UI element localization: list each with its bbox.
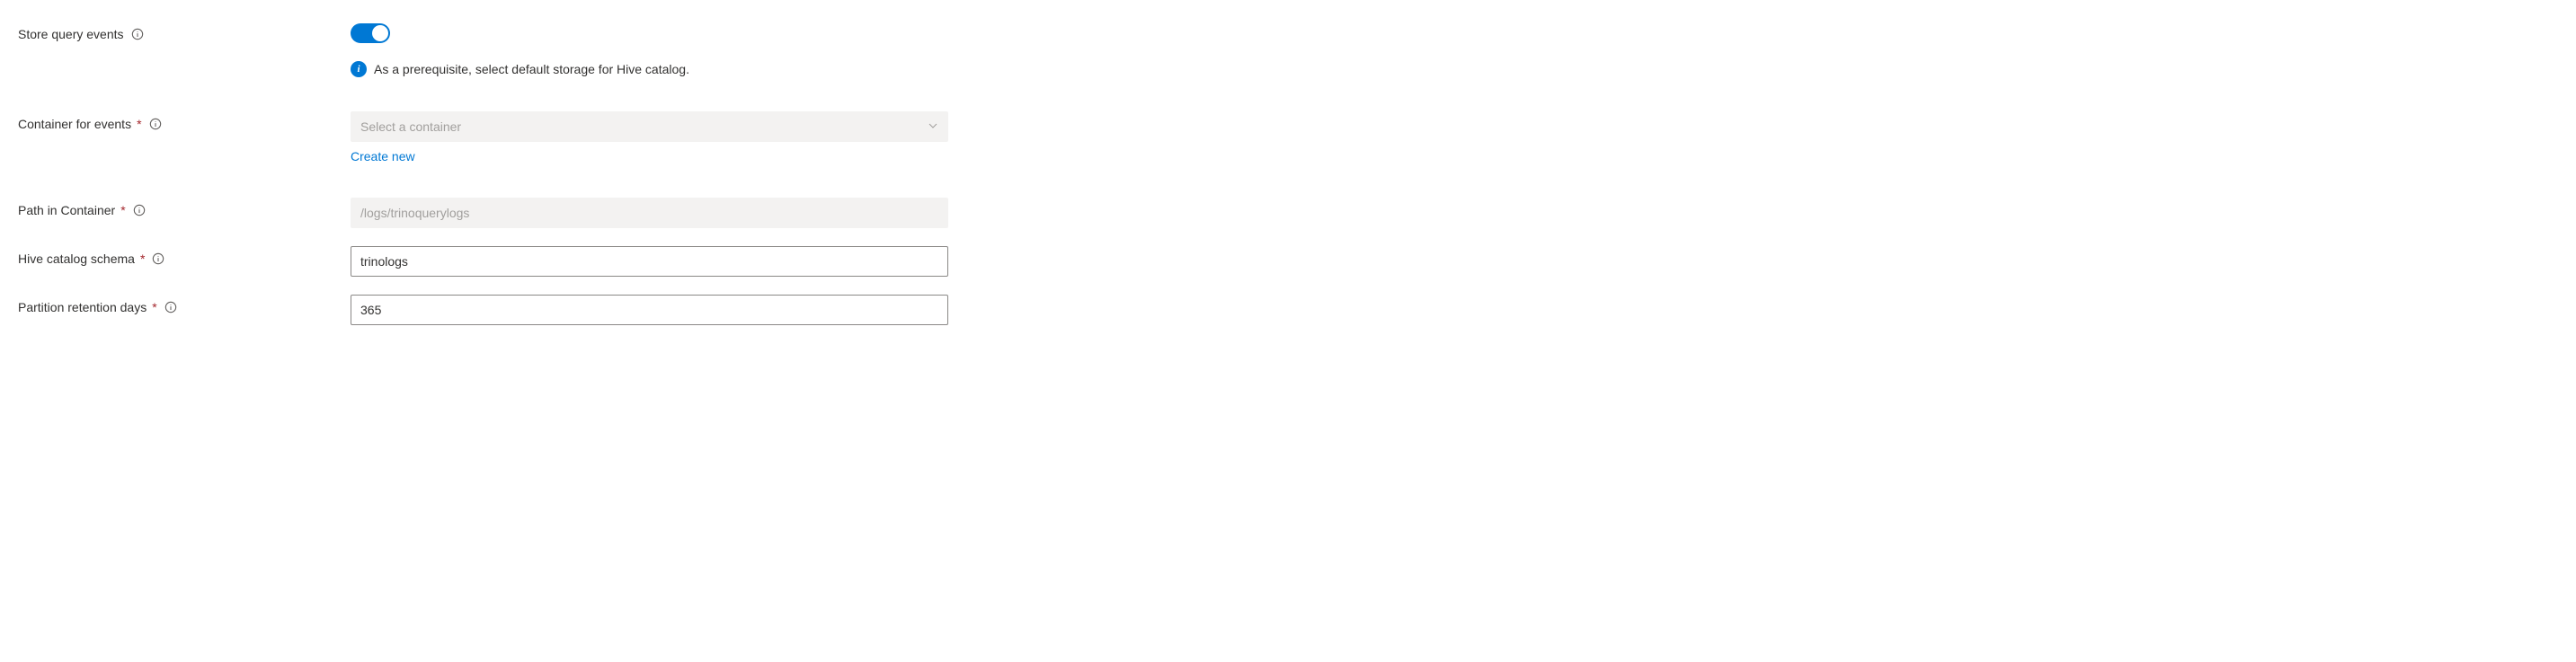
path-in-container-input[interactable] bbox=[351, 198, 948, 228]
required-mark: * bbox=[137, 117, 141, 131]
prerequisite-text: As a prerequisite, select default storag… bbox=[374, 62, 689, 76]
partition-retention-days-label: Partition retention days bbox=[18, 300, 147, 314]
create-new-link[interactable]: Create new bbox=[351, 149, 948, 163]
info-icon[interactable] bbox=[164, 301, 177, 313]
info-icon[interactable] bbox=[149, 118, 162, 130]
info-badge-icon: i bbox=[351, 61, 367, 77]
container-for-events-label: Container for events bbox=[18, 117, 131, 131]
info-icon[interactable] bbox=[152, 252, 164, 265]
required-mark: * bbox=[152, 300, 156, 314]
store-query-events-label-group: Store query events bbox=[18, 22, 351, 41]
hive-catalog-schema-label-group: Hive catalog schema * bbox=[18, 246, 351, 266]
path-in-container-label: Path in Container bbox=[18, 203, 115, 217]
container-for-events-select[interactable]: Select a container bbox=[351, 111, 948, 142]
store-query-events-label: Store query events bbox=[18, 27, 124, 41]
required-mark: * bbox=[120, 203, 125, 217]
store-query-events-toggle[interactable] bbox=[351, 23, 390, 43]
required-mark: * bbox=[140, 252, 145, 266]
chevron-down-icon bbox=[928, 119, 938, 134]
partition-retention-days-label-group: Partition retention days * bbox=[18, 295, 351, 314]
path-in-container-label-group: Path in Container * bbox=[18, 198, 351, 217]
info-icon[interactable] bbox=[133, 204, 146, 216]
select-placeholder: Select a container bbox=[360, 119, 461, 134]
partition-retention-days-input[interactable] bbox=[351, 295, 948, 325]
toggle-knob bbox=[372, 25, 388, 41]
hive-catalog-schema-input[interactable] bbox=[351, 246, 948, 277]
hive-catalog-schema-label: Hive catalog schema bbox=[18, 252, 135, 266]
prerequisite-message: i As a prerequisite, select default stor… bbox=[351, 61, 948, 77]
info-icon[interactable] bbox=[131, 28, 144, 40]
container-for-events-label-group: Container for events * bbox=[18, 111, 351, 131]
